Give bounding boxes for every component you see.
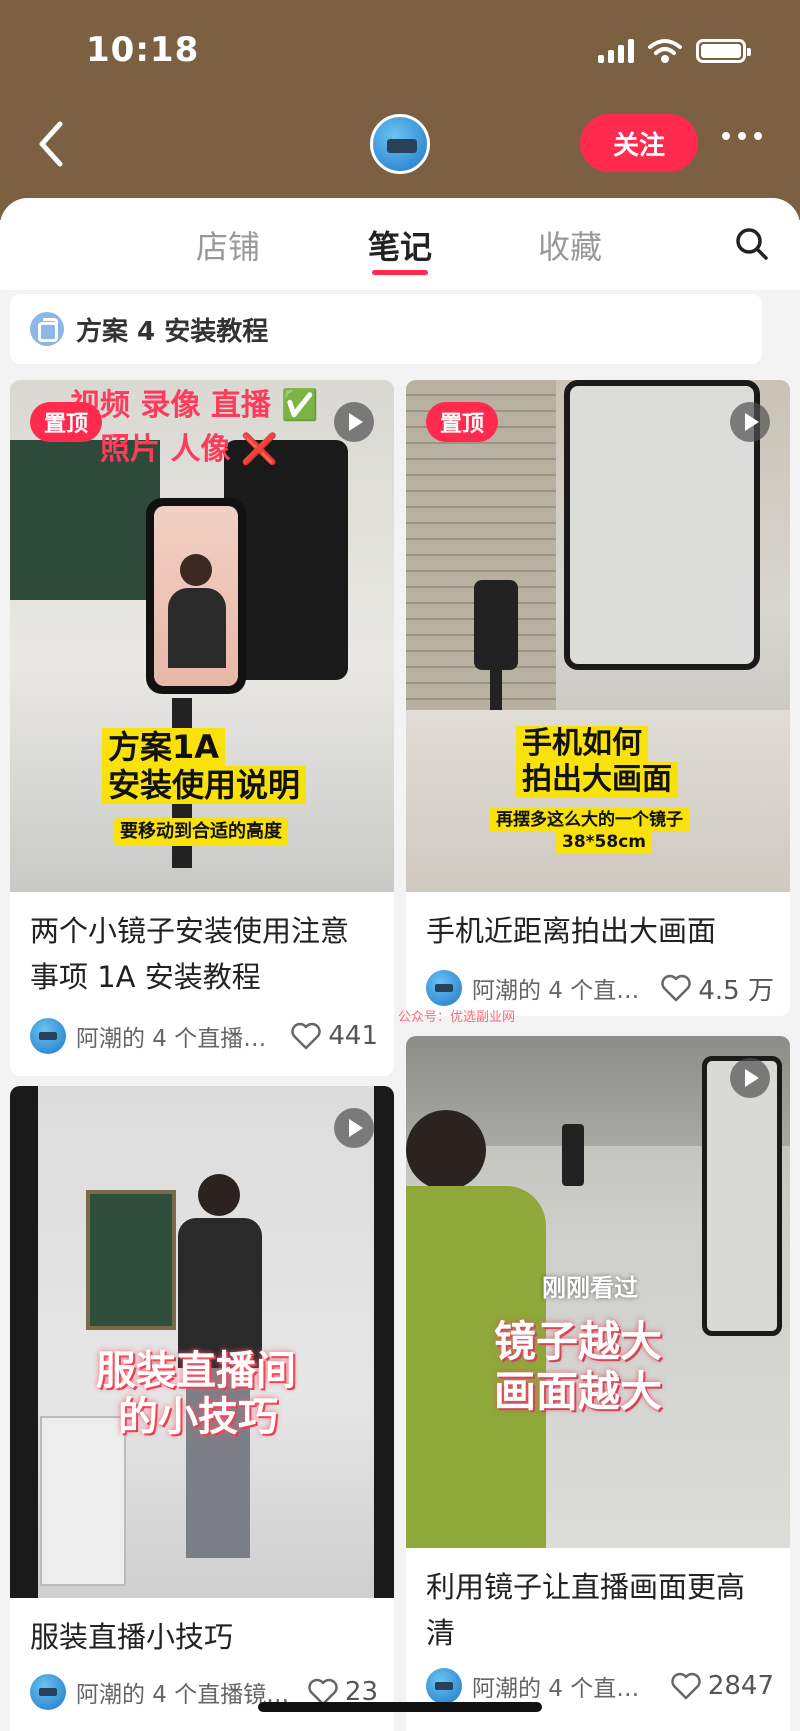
- profile-notes-page: 10:18 关注 店铺 笔记 收藏 方案 4 安装教程 视频 录像 直播 ✅ 照…: [0, 0, 800, 1731]
- collection-label: 方案 4 安装教程: [76, 316, 269, 347]
- note-cover-2[interactable]: 手机如何 拍出大画面 再摆多这么大的一个镜子 38*58cm 置顶: [406, 380, 790, 892]
- note-card-3[interactable]: 服装直播间 的小技巧 服装直播小技巧 阿潮的 4 个直播镜… 23: [10, 1086, 394, 1731]
- like-count: 441: [328, 1021, 378, 1051]
- cover-text-1b: 照片 人像 ❌: [100, 432, 279, 467]
- cover-text-4c: 画面越大: [494, 1367, 663, 1416]
- tab-shop[interactable]: 店铺: [196, 222, 260, 268]
- person-body: [178, 1218, 262, 1368]
- phone-on-stand: [474, 580, 518, 670]
- note-cover-3[interactable]: 服装直播间 的小技巧: [10, 1086, 394, 1598]
- search-icon[interactable]: [734, 226, 770, 262]
- author-name[interactable]: 阿潮的 4 个直…: [472, 1669, 660, 1703]
- note-title[interactable]: 手机近距离拍出大画面: [426, 908, 770, 954]
- play-icon: [730, 1058, 770, 1098]
- author-avatar[interactable]: [30, 1018, 66, 1054]
- author-row: 阿潮的 4 个直… 2847: [426, 1666, 774, 1706]
- note-cover-1[interactable]: 视频 录像 直播 ✅ 照片 人像 ❌ 方案1A 安装使用说明 要移动到合适的高度…: [10, 380, 394, 892]
- collection-bar[interactable]: 方案 4 安装教程: [10, 294, 762, 364]
- heart-icon: [291, 1022, 322, 1050]
- like-button[interactable]: 2847: [670, 1671, 774, 1701]
- phone-in-hand: [562, 1124, 584, 1186]
- cover-text-1c: 方案1A: [102, 728, 226, 766]
- tab-favorites[interactable]: 收藏: [538, 222, 602, 268]
- cover-text-4b: 镜子越大: [494, 1317, 663, 1366]
- cover-text-2c: 再摆多这么大的一个镜子: [490, 808, 689, 832]
- note-cover-4[interactable]: 刚刚看过 镜子越大 画面越大: [406, 1036, 790, 1548]
- cover-text-3b: 的小技巧: [118, 1394, 278, 1440]
- author-avatar[interactable]: [426, 1668, 462, 1704]
- author-avatar[interactable]: [426, 970, 462, 1006]
- active-tab-indicator: [372, 270, 428, 275]
- cover-text-1d: 安装使用说明: [102, 766, 307, 804]
- like-count: 2847: [707, 1671, 774, 1701]
- cover-text-1e: 要移动到合适的高度: [114, 818, 288, 846]
- more-icon[interactable]: [722, 132, 762, 140]
- note-title[interactable]: 利用镜子让直播画面更高清: [426, 1564, 770, 1656]
- cover-text-1a: 视频 录像 直播 ✅: [70, 388, 319, 423]
- play-icon: [730, 402, 770, 442]
- pinned-badge: 置顶: [426, 402, 499, 442]
- author-row: 阿潮的 4 个直播… 441: [30, 1016, 378, 1056]
- signal-icon: [598, 39, 634, 63]
- collection-icon: [30, 312, 64, 346]
- back-icon[interactable]: [30, 118, 74, 170]
- author-name[interactable]: 阿潮的 4 个直…: [472, 971, 650, 1005]
- phone-preview: [146, 498, 246, 694]
- mirror-frame-right: [374, 1086, 394, 1598]
- note-card-4[interactable]: 刚刚看过 镜子越大 画面越大 利用镜子让直播画面更高清 阿潮的 4 个直… 28…: [406, 1036, 790, 1731]
- author-avatar[interactable]: [30, 1674, 66, 1710]
- battery-icon: [696, 39, 751, 63]
- heart-icon: [671, 1672, 701, 1700]
- mirror-frame-left: [10, 1086, 38, 1598]
- like-count: 4.5 万: [698, 975, 774, 1006]
- like-button[interactable]: 441: [290, 1021, 378, 1051]
- blackboard: [86, 1190, 176, 1330]
- watermark: 公众号：优选副业网: [398, 1010, 516, 1025]
- play-icon: [334, 1108, 374, 1148]
- person-head: [406, 1110, 486, 1190]
- follow-button[interactable]: 关注: [580, 114, 698, 172]
- heart-icon: [661, 974, 692, 1002]
- author-name[interactable]: 阿潮的 4 个直播…: [76, 1019, 280, 1053]
- note-title[interactable]: 服装直播小技巧: [30, 1614, 374, 1660]
- cover-text-3a: 服装直播间: [96, 1348, 296, 1394]
- profile-header: 10:18 关注: [0, 0, 800, 220]
- tab-notes[interactable]: 笔记: [368, 222, 432, 268]
- play-icon: [334, 402, 374, 442]
- status-icons: [598, 38, 751, 64]
- shop-avatar[interactable]: [370, 114, 430, 174]
- pinned-badge: 置顶: [30, 402, 103, 442]
- cover-text-2b: 拍出大画面: [516, 762, 678, 798]
- person-head: [198, 1174, 240, 1216]
- tab-bar: 店铺 笔记 收藏: [0, 198, 800, 290]
- mirror: [702, 1056, 782, 1336]
- cover-text-2d: 38*58cm: [556, 830, 652, 854]
- cabinet: [40, 1416, 126, 1586]
- cover-text-2a: 手机如何: [516, 726, 648, 762]
- note-card-2[interactable]: 手机如何 拍出大画面 再摆多这么大的一个镜子 38*58cm 置顶 手机近距离拍…: [406, 380, 790, 1016]
- cover-text-4a: 刚刚看过: [542, 1274, 638, 1302]
- content-panel: 店铺 笔记 收藏 方案 4 安装教程 视频 录像 直播 ✅ 照片 人像 ❌ 方案…: [0, 198, 800, 1731]
- note-card-1[interactable]: 视频 录像 直播 ✅ 照片 人像 ❌ 方案1A 安装使用说明 要移动到合适的高度…: [10, 380, 394, 1076]
- note-title[interactable]: 两个小镜子安装使用注意事项 1A 安装教程: [30, 908, 374, 1000]
- author-row: 阿潮的 4 个直… 4.5 万: [426, 968, 774, 1008]
- like-button[interactable]: 4.5 万: [660, 970, 774, 1007]
- home-indicator[interactable]: [258, 1702, 542, 1712]
- status-time: 10:18: [86, 30, 200, 70]
- wifi-icon: [648, 39, 682, 63]
